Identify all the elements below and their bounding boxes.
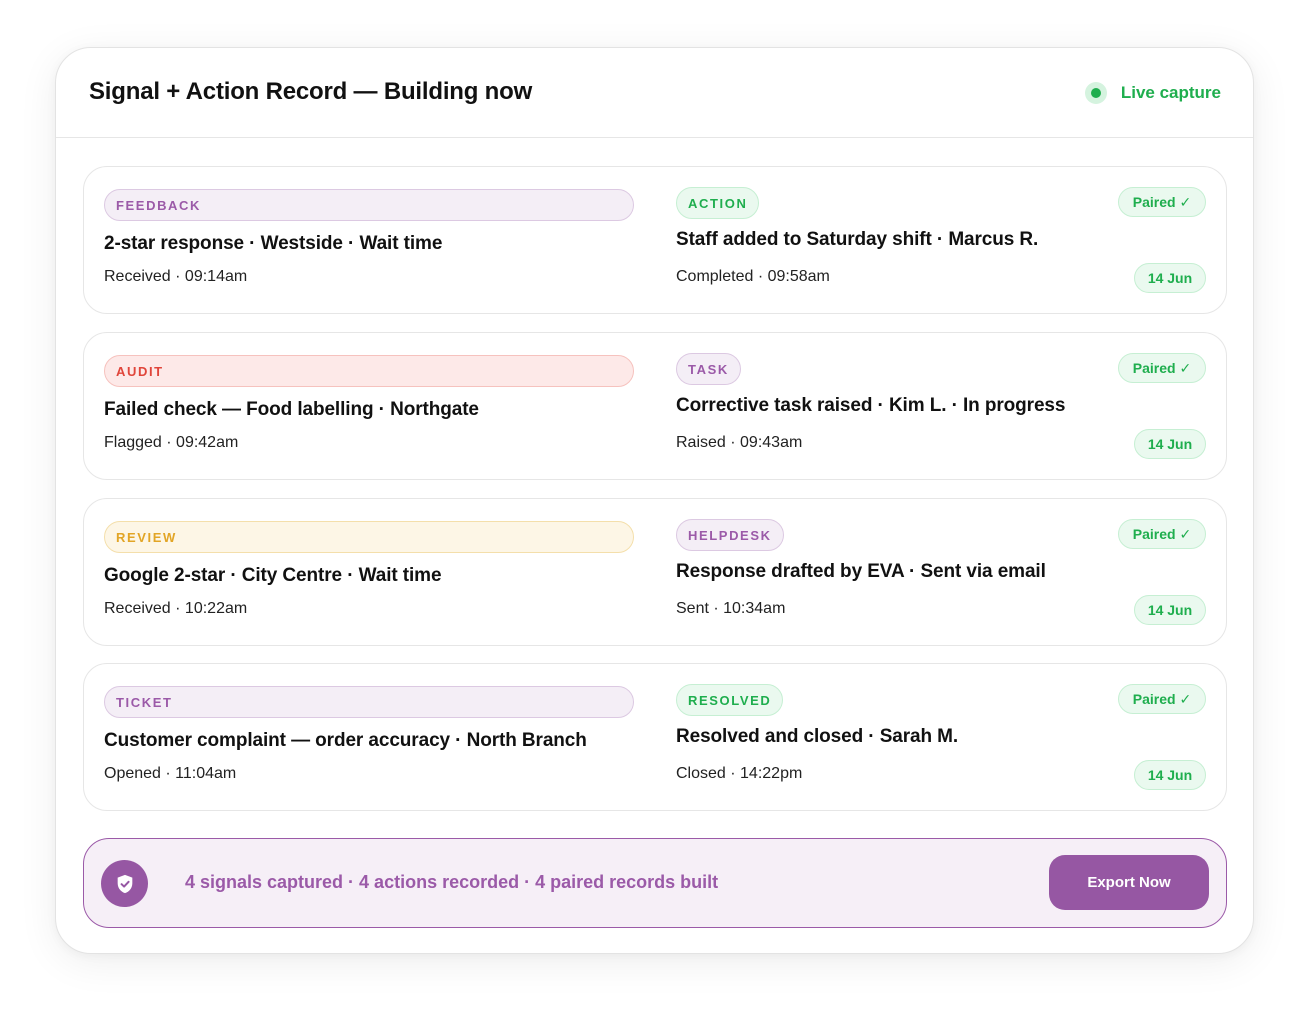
signal-meta: Opened · 11:04am xyxy=(104,765,237,782)
record-row: AUDIT Failed check — Food labelling · No… xyxy=(83,332,1227,480)
action-tag-label: HELPDESK xyxy=(688,527,772,543)
date-badge: 14 Jun xyxy=(1134,760,1206,790)
live-status-dot-icon xyxy=(1084,82,1107,104)
signal-title: Google 2-star · City Centre · Wait time xyxy=(104,565,442,586)
action-tag: ACTION xyxy=(676,187,760,219)
action-tag-label: ACTION xyxy=(688,195,748,211)
action-meta: Closed · 14:22pm xyxy=(676,765,803,782)
action-tag-label: TASK xyxy=(688,361,729,377)
action-title: Response drafted by EVA · Sent via email xyxy=(676,561,1046,582)
signal-tag: TICKET xyxy=(104,686,634,718)
signal-action-record-card: Signal + Action Record — Building now Li… xyxy=(55,47,1254,954)
record-row: TICKET Customer complaint — order accura… xyxy=(83,663,1227,811)
action-tag: RESOLVED xyxy=(676,684,784,716)
signal-tag: AUDIT xyxy=(104,355,634,387)
paired-badge: Paired ✓ xyxy=(1118,519,1206,549)
card-header: Signal + Action Record — Building now Li… xyxy=(56,48,1253,138)
signal-title: Customer complaint — order accuracy · No… xyxy=(104,730,587,751)
action-meta: Completed · 09:58am xyxy=(676,268,830,285)
date-badge: 14 Jun xyxy=(1134,429,1206,459)
action-title: Resolved and closed · Sarah M. xyxy=(676,726,959,747)
signal-tag-label: AUDIT xyxy=(116,363,164,379)
action-tag: HELPDESK xyxy=(676,519,784,551)
paired-badge: Paired ✓ xyxy=(1118,353,1206,383)
action-tag-label: RESOLVED xyxy=(688,692,772,708)
signal-title: 2-star response · Westside · Wait time xyxy=(104,233,443,254)
page-title: Signal + Action Record — Building now xyxy=(89,78,533,105)
action-meta: Sent · 10:34am xyxy=(676,600,786,617)
signal-meta: Flagged · 09:42am xyxy=(104,434,239,451)
signal-tag: REVIEW xyxy=(104,521,634,553)
date-badge: 14 Jun xyxy=(1134,595,1206,625)
shield-check-icon xyxy=(101,860,148,907)
action-tag: TASK xyxy=(676,353,741,385)
signal-meta: Received · 10:22am xyxy=(104,600,248,617)
signal-tag-label: FEEDBACK xyxy=(116,197,202,213)
signal-meta: Received · 09:14am xyxy=(104,268,248,285)
signal-tag: FEEDBACK xyxy=(104,189,634,221)
date-badge: 14 Jun xyxy=(1134,263,1206,293)
summary-text: 4 signals captured · 4 actions recorded … xyxy=(185,872,719,892)
record-row: FEEDBACK 2-star response · Westside · Wa… xyxy=(83,166,1227,314)
summary-bar: 4 signals captured · 4 actions recorded … xyxy=(83,838,1227,928)
live-capture-label: Live capture xyxy=(1120,83,1221,102)
signal-title: Failed check — Food labelling · Northgat… xyxy=(104,399,479,420)
action-meta: Raised · 09:43am xyxy=(676,434,803,451)
signal-tag-label: REVIEW xyxy=(116,529,177,545)
record-row: REVIEW Google 2-star · City Centre · Wai… xyxy=(83,498,1227,646)
paired-badge: Paired ✓ xyxy=(1118,187,1206,217)
paired-badge: Paired ✓ xyxy=(1118,684,1206,714)
live-capture-indicator: Live capture xyxy=(1084,82,1221,104)
signal-tag-label: TICKET xyxy=(116,694,173,710)
action-title: Staff added to Saturday shift · Marcus R… xyxy=(676,229,1039,250)
export-now-button[interactable]: Export Now xyxy=(1049,855,1209,910)
action-title: Corrective task raised · Kim L. · In pro… xyxy=(676,395,1066,416)
